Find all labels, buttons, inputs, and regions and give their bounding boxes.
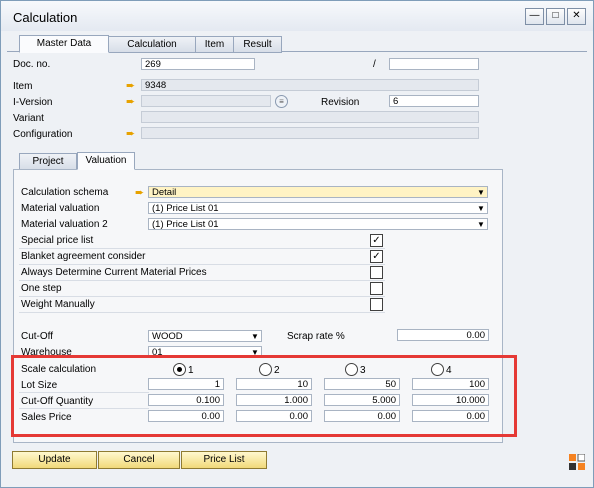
one-step-checkbox[interactable] xyxy=(370,282,383,295)
lot-size-2-field[interactable]: 10 xyxy=(236,378,312,390)
row-divider xyxy=(19,248,385,249)
configuration-label: Configuration xyxy=(13,129,73,140)
link-arrow-icon[interactable]: ➨ xyxy=(126,129,136,140)
calculation-window: Calculation — □ ✕ Master Data Calculatio… xyxy=(0,0,594,488)
price-list-button[interactable]: Price List xyxy=(181,451,267,469)
calc-schema-label: Calculation schema xyxy=(21,187,109,198)
variant-field[interactable] xyxy=(141,111,479,123)
sales-price-4-field[interactable]: 0.00 xyxy=(412,410,489,422)
sales-price-label: Sales Price xyxy=(21,412,72,423)
blanket-agreement-checkbox[interactable]: ✓ xyxy=(370,250,383,263)
always-determine-label: Always Determine Current Material Prices xyxy=(21,267,207,278)
calc-schema-value: Detail xyxy=(152,187,177,198)
chevron-down-icon[interactable]: ▼ xyxy=(476,188,486,197)
doc-no-suffix-field[interactable] xyxy=(389,58,479,70)
scale-radio-2[interactable] xyxy=(259,363,272,376)
tab-valuation[interactable]: Valuation xyxy=(77,152,135,170)
tab-calculation[interactable]: Calculation xyxy=(108,36,196,53)
cutoff-qty-label: Cut-Off Quantity xyxy=(21,396,94,407)
material-valuation-label: Material valuation xyxy=(21,203,100,214)
variant-label: Variant xyxy=(13,113,44,124)
cutoff-qty-1-field[interactable]: 0.100 xyxy=(148,394,224,406)
lot-size-4-field[interactable]: 100 xyxy=(412,378,489,390)
weight-manually-checkbox[interactable] xyxy=(370,298,383,311)
doc-no-label: Doc. no. xyxy=(13,59,51,70)
always-determine-checkbox[interactable] xyxy=(370,266,383,279)
link-arrow-icon[interactable]: ➨ xyxy=(126,97,136,108)
row-divider xyxy=(19,296,385,297)
warehouse-value: 01 xyxy=(152,347,163,358)
chevron-down-icon[interactable]: ▼ xyxy=(476,220,486,229)
scale-calc-label: Scale calculation xyxy=(21,364,97,375)
cutoff-qty-2-field[interactable]: 1.000 xyxy=(236,394,312,406)
sales-price-2-field[interactable]: 0.00 xyxy=(236,410,312,422)
row-divider xyxy=(19,264,385,265)
cutoff-qty-3-field[interactable]: 5.000 xyxy=(324,394,400,406)
sales-price-3-field[interactable]: 0.00 xyxy=(324,410,400,422)
lot-size-label: Lot Size xyxy=(21,380,58,391)
link-arrow-icon[interactable]: ➨ xyxy=(126,81,136,92)
update-button[interactable]: Update xyxy=(12,451,97,469)
cutoff-qty-4-field[interactable]: 10.000 xyxy=(412,394,489,406)
tab-result[interactable]: Result xyxy=(233,36,282,53)
calc-schema-select[interactable]: Detail ▼ xyxy=(148,186,488,198)
scale-radio-2-label: 2 xyxy=(274,365,280,376)
chevron-down-icon[interactable]: ▼ xyxy=(476,204,486,213)
scale-radio-3[interactable] xyxy=(345,363,358,376)
item-field[interactable]: 9348 xyxy=(141,79,479,91)
sap-logo-icon xyxy=(569,454,585,470)
tab-master-data[interactable]: Master Data xyxy=(19,35,109,53)
row-divider xyxy=(19,312,385,313)
row-divider xyxy=(19,392,149,393)
doc-no-separator: / xyxy=(373,59,376,70)
iversion-label: I-Version xyxy=(13,97,53,108)
revision-label: Revision xyxy=(321,97,360,108)
tab-item[interactable]: Item xyxy=(195,36,234,53)
cutoff-label: Cut-Off xyxy=(21,331,54,342)
scale-radio-4-label: 4 xyxy=(446,365,452,376)
maximize-button[interactable]: □ xyxy=(546,8,565,25)
cutoff-select[interactable]: WOOD ▼ xyxy=(148,330,262,342)
cancel-button[interactable]: Cancel xyxy=(98,451,180,469)
doc-no-field[interactable]: 269 xyxy=(141,58,255,70)
radio-selected-dot xyxy=(177,367,182,372)
scale-radio-4[interactable] xyxy=(431,363,444,376)
lot-size-1-field[interactable]: 1 xyxy=(148,378,224,390)
minimize-button[interactable]: — xyxy=(525,8,544,25)
scale-radio-1-label: 1 xyxy=(188,365,194,376)
choose-from-list-icon[interactable]: ≡ xyxy=(275,95,288,108)
weight-manually-label: Weight Manually xyxy=(21,299,95,310)
material-valuation2-label: Material valuation 2 xyxy=(21,219,108,230)
scale-radio-3-label: 3 xyxy=(360,365,366,376)
material-valuation2-value: (1) Price List 01 xyxy=(152,219,219,230)
chevron-down-icon[interactable]: ▼ xyxy=(250,332,260,341)
special-price-list-checkbox[interactable]: ✓ xyxy=(370,234,383,247)
configuration-field[interactable] xyxy=(141,127,479,139)
close-button[interactable]: ✕ xyxy=(567,8,586,25)
row-divider xyxy=(19,280,385,281)
iversion-field[interactable] xyxy=(141,95,271,107)
scale-radio-1[interactable] xyxy=(173,363,186,376)
material-valuation-value: (1) Price List 01 xyxy=(152,203,219,214)
link-arrow-icon[interactable]: ➨ xyxy=(135,188,145,199)
tab-project[interactable]: Project xyxy=(19,153,77,170)
material-valuation2-select[interactable]: (1) Price List 01 ▼ xyxy=(148,218,488,230)
material-valuation-select[interactable]: (1) Price List 01 ▼ xyxy=(148,202,488,214)
special-price-list-label: Special price list xyxy=(21,235,94,246)
chevron-down-icon[interactable]: ▼ xyxy=(250,348,260,357)
blanket-agreement-label: Blanket agreement consider xyxy=(21,251,146,262)
warehouse-label: Warehouse xyxy=(21,347,72,358)
scrap-rate-field[interactable]: 0.00 xyxy=(397,329,489,341)
item-label: Item xyxy=(13,81,33,92)
one-step-label: One step xyxy=(21,283,62,294)
sales-price-1-field[interactable]: 0.00 xyxy=(148,410,224,422)
revision-field[interactable]: 6 xyxy=(389,95,479,107)
lot-size-3-field[interactable]: 50 xyxy=(324,378,400,390)
title-bar: Calculation — □ ✕ xyxy=(1,1,593,31)
row-divider xyxy=(19,408,149,409)
cutoff-value: WOOD xyxy=(152,331,183,342)
scrap-rate-label: Scrap rate % xyxy=(287,331,345,342)
warehouse-select[interactable]: 01 ▼ xyxy=(148,346,262,358)
window-title: Calculation xyxy=(13,10,78,25)
